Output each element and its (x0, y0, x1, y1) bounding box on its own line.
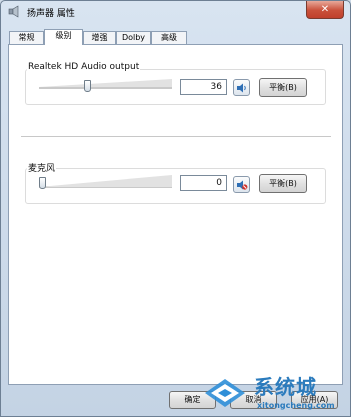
watermark-brand: 系统城 (254, 375, 317, 399)
output-balance-button[interactable]: 平衡(B) (259, 78, 307, 97)
tab-enhancements[interactable]: 增强 (83, 31, 116, 44)
microphone-balance-button[interactable]: 平衡(B) (259, 174, 307, 193)
output-device-label: Realtek HD Audio output (27, 62, 141, 72)
tab-dolby[interactable]: Dolby (116, 31, 151, 44)
muted-speaker-icon (237, 180, 248, 190)
microphone-mute-button[interactable] (233, 176, 250, 193)
microphone-device-label: 麦克风 (27, 161, 57, 174)
output-mute-button[interactable] (233, 79, 250, 96)
tab-advanced[interactable]: 高级 (151, 31, 187, 44)
microphone-volume-slider[interactable] (39, 177, 46, 189)
output-slider-track (39, 87, 172, 89)
properties-window: 扬声器 属性 ✕ 常规 级别 增强 Dolby 高级 Realtek HD Au… (0, 0, 351, 417)
output-slider-ramp (39, 79, 172, 87)
speaker-icon (237, 83, 246, 93)
output-volume-slider[interactable] (84, 80, 92, 92)
microphone-volume-field[interactable]: 0 (180, 175, 227, 191)
close-button[interactable]: ✕ (306, 1, 344, 19)
title-bar[interactable]: 扬声器 属性 ✕ (1, 1, 350, 23)
levels-panel: Realtek HD Audio output 36 平衡(B) 麦克风 0 平… (8, 44, 343, 385)
window-title: 扬声器 属性 (27, 9, 75, 19)
speaker-icon (8, 5, 19, 18)
watermark-domain: xitongcheng.com (257, 401, 335, 410)
output-volume-field[interactable]: 36 (180, 79, 227, 95)
section-divider (21, 136, 331, 137)
tab-levels[interactable]: 级别 (44, 29, 83, 45)
watermark-logo-icon (205, 379, 245, 407)
microphone-slider-ramp (39, 175, 172, 187)
tab-general[interactable]: 常规 (9, 31, 44, 44)
